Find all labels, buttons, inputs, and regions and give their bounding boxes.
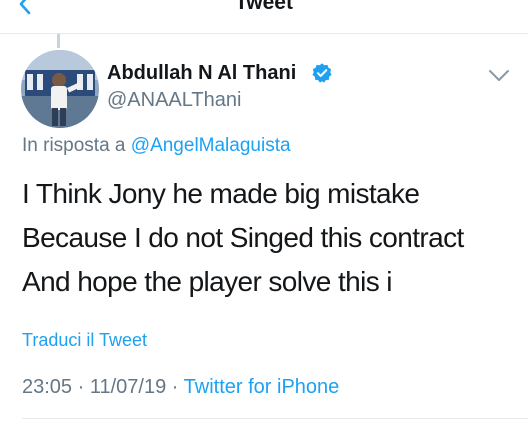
- verified-badge-icon: [312, 63, 332, 83]
- tweet-line: I Think Jony he made big mistake: [22, 178, 420, 209]
- nav-bar: Tweet: [0, 0, 528, 34]
- chevron-down-icon[interactable]: [487, 68, 511, 84]
- tweet-time: 23:05: [22, 376, 73, 398]
- divider: [22, 418, 528, 419]
- tweet-meta: 23:05 · 11/07/19 · Twitter for iPhone: [22, 376, 339, 399]
- avatar[interactable]: [21, 50, 99, 128]
- nav-title: Tweet: [235, 0, 293, 14]
- handle[interactable]: @ANAALThani: [107, 89, 241, 112]
- reply-mention-link[interactable]: @AngelMalaguista: [131, 135, 291, 156]
- thread-line: [57, 34, 60, 48]
- tweet-text: I Think Jony he made big mistake Because…: [22, 172, 522, 304]
- reply-context: In risposta a @AngelMalaguista: [22, 135, 291, 157]
- tweet-line: Because I do not Singed this contract: [22, 222, 464, 253]
- tweet-date: 11/07/19: [89, 376, 167, 398]
- reply-prefix: In risposta a: [22, 135, 126, 156]
- tweet-line: And hope the player solve this i: [22, 266, 393, 297]
- meta-separator: ·: [171, 376, 179, 398]
- meta-separator: ·: [77, 376, 85, 398]
- avatar-photo: [21, 50, 99, 128]
- tweet-source-link[interactable]: Twitter for iPhone: [184, 376, 340, 398]
- display-name[interactable]: Abdullah N Al Thani: [107, 62, 296, 85]
- translate-tweet-link[interactable]: Traduci il Tweet: [22, 330, 147, 351]
